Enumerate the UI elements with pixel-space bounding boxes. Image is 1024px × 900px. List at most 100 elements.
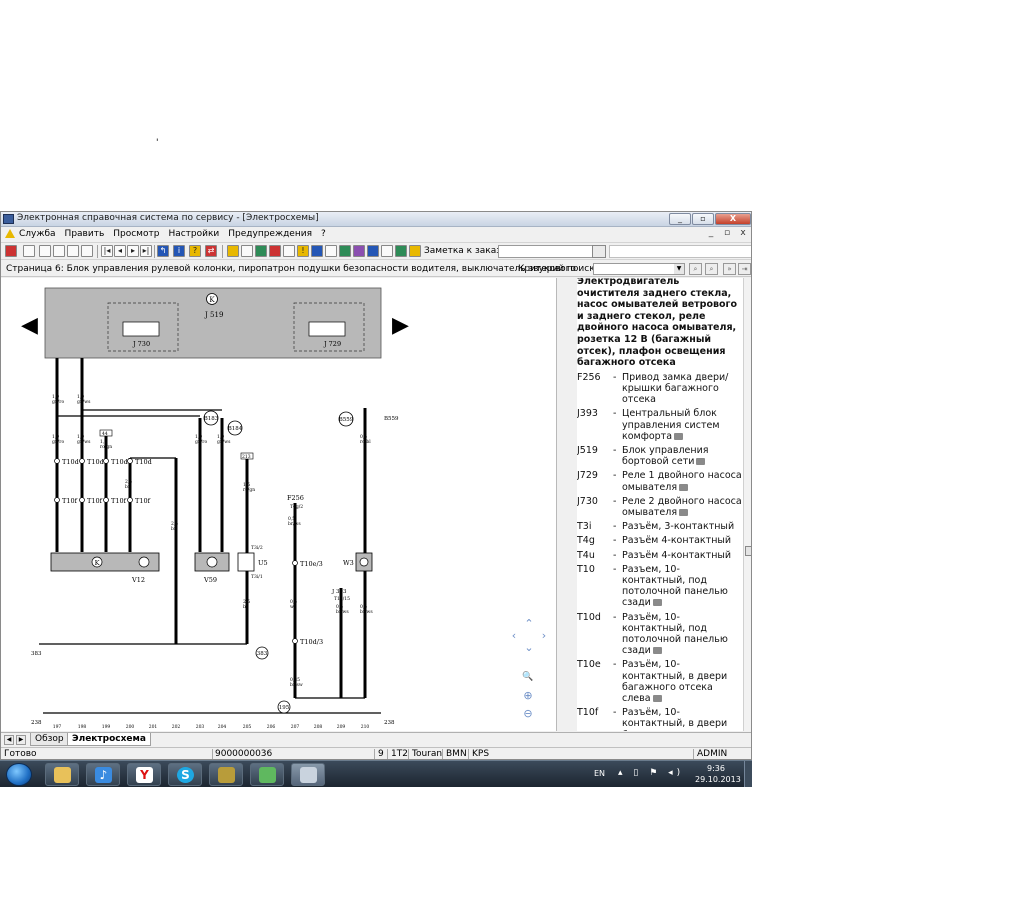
menu-edit[interactable]: Править [65, 229, 105, 239]
tools-icon[interactable] [395, 245, 407, 257]
bulb-icon[interactable] [409, 245, 421, 257]
copy-icon[interactable] [67, 245, 79, 257]
svg-text:T10f: T10f [87, 497, 103, 505]
status-gearbox: KPS [472, 749, 490, 759]
camera-icon[interactable] [674, 432, 684, 440]
svg-text:209: 209 [337, 724, 346, 730]
svg-text:0,35br/sw: 0,35 br/sw [290, 677, 303, 688]
mdi-close-button[interactable]: x [737, 228, 749, 238]
taskbar-app2[interactable] [250, 763, 284, 786]
menu-warnings[interactable]: Предупреждения [228, 229, 312, 239]
zoom-fit-icon[interactable]: 🔍 [522, 672, 534, 682]
last-page-icon[interactable]: ▸| [140, 245, 152, 257]
tag-icon[interactable] [339, 245, 351, 257]
alert-icon[interactable]: ! [297, 245, 309, 257]
v12-label: V12 [131, 576, 145, 584]
mdi-restore-button[interactable]: ▫ [721, 228, 733, 238]
info-icon[interactable]: i [173, 245, 185, 257]
car-icon[interactable] [81, 245, 93, 257]
minimize-button[interactable]: _ [669, 213, 691, 225]
pan-right-icon[interactable]: › [538, 629, 550, 642]
document-icon[interactable] [39, 245, 51, 257]
menu-help[interactable]: ? [321, 229, 326, 239]
first-page-icon[interactable]: |◂ [101, 245, 113, 257]
table-icon[interactable] [283, 245, 295, 257]
menu-settings[interactable]: Настройки [168, 229, 219, 239]
camera-icon[interactable] [652, 695, 662, 703]
show-desktop-button[interactable] [744, 761, 752, 787]
camera-icon[interactable] [679, 508, 689, 516]
search-forward-icon[interactable]: » [723, 263, 736, 275]
tab-scroll-left-icon[interactable]: ◀ [4, 735, 14, 745]
pan-down-icon[interactable]: ⌄ [523, 641, 535, 654]
taskbar-skype[interactable]: S [168, 763, 202, 786]
camera-icon[interactable] [679, 483, 689, 491]
legend-scroll-thumb[interactable] [745, 546, 751, 556]
taskbar-yandex-browser[interactable]: Y [127, 763, 161, 786]
tray-icons[interactable]: ▴ ▯ ⚑ ◂) [618, 768, 684, 778]
page-left-arrow: ◀ [21, 313, 38, 338]
edit-icon[interactable] [53, 245, 65, 257]
pan-left-icon[interactable]: ‹ [508, 629, 520, 642]
globe-icon[interactable] [311, 245, 323, 257]
clock-time[interactable]: 9:36 [707, 764, 725, 773]
search-icon[interactable]: ⌕ [689, 263, 702, 275]
book-icon[interactable] [227, 245, 239, 257]
back-icon[interactable]: ↰ [157, 245, 169, 257]
users-icon[interactable] [367, 245, 379, 257]
hint-icon[interactable]: ? [189, 245, 201, 257]
previous-page-icon[interactable]: ◂ [114, 245, 126, 257]
order-note-input[interactable] [498, 245, 594, 258]
app-icon [3, 214, 14, 224]
menu-service[interactable]: Служба [19, 229, 56, 239]
svg-text:238: 238 [384, 720, 395, 726]
search-next-icon[interactable]: ⌕ [705, 263, 718, 275]
legend-code: T10e [577, 659, 601, 671]
search-go-icon[interactable]: ⇥ [738, 263, 751, 275]
chevron-down-icon[interactable]: ▼ [674, 264, 684, 274]
taskbar-app1[interactable] [209, 763, 243, 786]
pan-up-icon[interactable]: ⌃ [523, 617, 535, 630]
legend-dash: - [613, 549, 617, 561]
scan-icon[interactable] [353, 245, 365, 257]
taskbar-explorer[interactable] [45, 763, 79, 786]
svg-text:202: 202 [172, 724, 181, 730]
tab-overview[interactable]: Обзор [30, 733, 69, 746]
camera-icon[interactable] [652, 647, 662, 655]
checklist-icon[interactable] [381, 245, 393, 257]
mdi-minimize-button[interactable]: _ [705, 228, 717, 238]
next-page-icon[interactable]: ▸ [127, 245, 139, 257]
order-note-button[interactable] [592, 245, 606, 258]
search-criteria-select[interactable]: ▼ [593, 263, 685, 275]
diagnostics-icon[interactable] [269, 245, 281, 257]
camera-icon[interactable] [652, 599, 662, 607]
order-note-field[interactable] [609, 245, 751, 258]
close-button[interactable]: X [715, 213, 751, 225]
taskbar-itunes[interactable]: ♪ [86, 763, 120, 786]
menu-view[interactable]: Просмотр [113, 229, 159, 239]
legend-desc: Привод замка двери/крышки багажного отсе… [622, 371, 729, 406]
zoom-in-icon[interactable]: ⊕ [522, 689, 534, 702]
taskbar-elsa[interactable] [291, 763, 325, 786]
clock-date[interactable]: 29.10.2013 [695, 775, 741, 784]
exit-icon[interactable] [5, 245, 17, 257]
legend-row: J730 - Реле 2 двойного насоса омывателя [577, 496, 743, 518]
status-engine: BMN [446, 749, 467, 759]
zoom-out-icon[interactable]: ⊖ [522, 707, 534, 720]
gear-icon[interactable] [255, 245, 267, 257]
tab-wiring-diagram[interactable]: Электросхема [67, 733, 151, 746]
legend-scrollbar[interactable] [743, 278, 751, 731]
tab-scroll-right-icon[interactable]: ▶ [16, 735, 26, 745]
camera-icon[interactable] [696, 458, 706, 466]
language-indicator[interactable]: EN [594, 769, 605, 778]
svg-text:44: 44 [102, 431, 108, 437]
swap-icon[interactable]: ⇄ [205, 245, 217, 257]
page-title: Страница 6: Блок управления рулевой коло… [6, 264, 576, 274]
print-icon[interactable] [23, 245, 35, 257]
maximize-button[interactable]: ▫ [692, 213, 714, 225]
wiring-diagram[interactable]: K J 519 J 730 J 729 ◀ ▶ K V12 V59 U5 T3i… [1, 278, 557, 731]
pan-zoom-controls: ⌃ ‹ › ⌄ 🔍 ⊕ ⊖ [506, 617, 550, 727]
save-icon[interactable] [325, 245, 337, 257]
calendar-icon[interactable] [241, 245, 253, 257]
start-button[interactable] [6, 763, 32, 786]
